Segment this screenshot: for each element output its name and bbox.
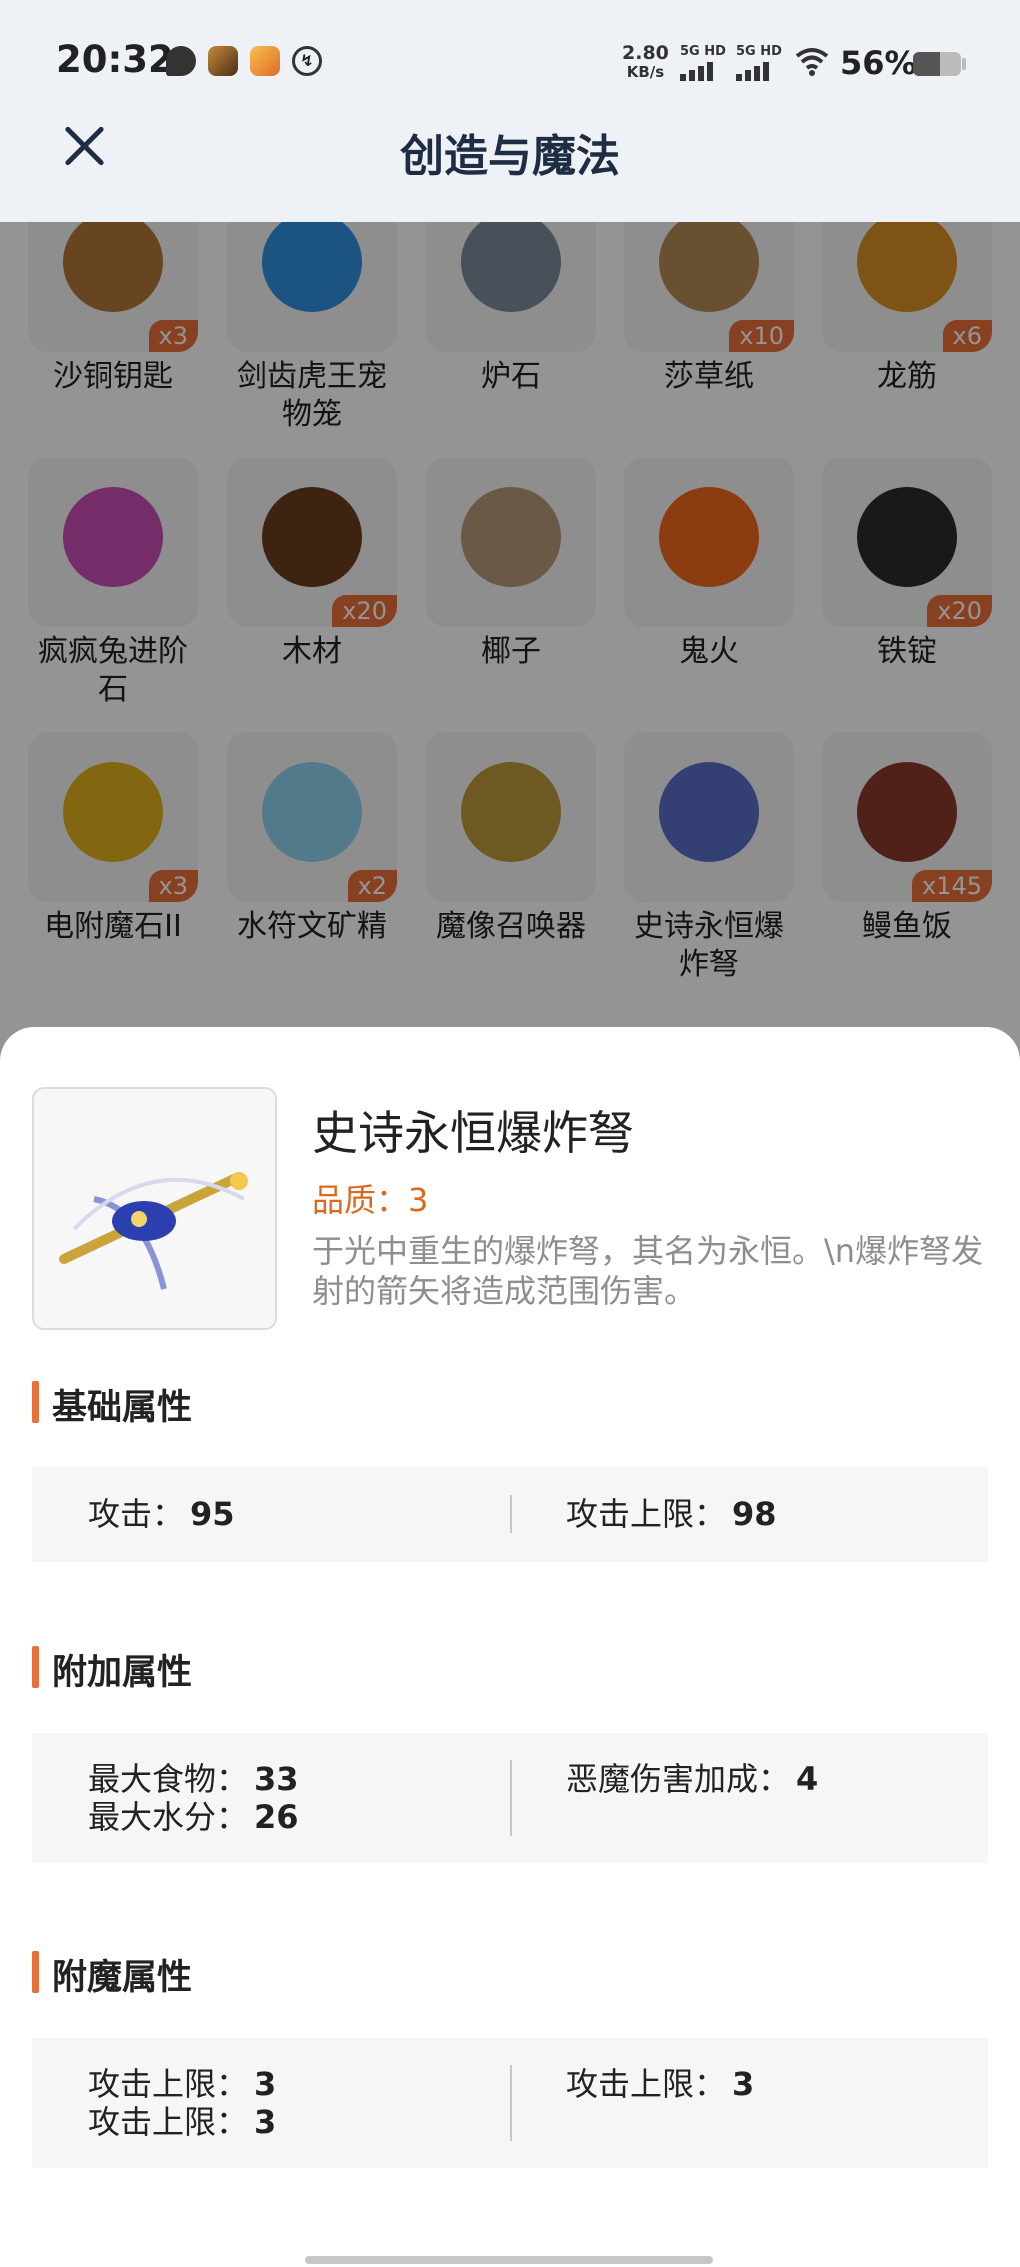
attr-label: 最大食物： bbox=[88, 1760, 249, 1798]
attr-value: 3 bbox=[254, 2103, 277, 2141]
signal-sim1: 5G HD bbox=[680, 44, 726, 81]
attr-value: 98 bbox=[732, 1495, 777, 1533]
attr-row: 攻击上限： 3 bbox=[566, 2065, 988, 2103]
attr-label: 最大水分： bbox=[88, 1798, 249, 1836]
section-title-extra: 附加属性 bbox=[32, 1644, 192, 1695]
battery-cap bbox=[962, 58, 966, 70]
attr-value: 95 bbox=[190, 1495, 235, 1533]
net-speed-value: 2.80 bbox=[622, 42, 669, 64]
sim2-label: 5G HD bbox=[736, 44, 782, 59]
attr-label: 攻击上限： bbox=[88, 2065, 249, 2103]
attr-label: 恶魔伤害加成： bbox=[566, 1760, 791, 1798]
attr-value: 3 bbox=[732, 2065, 755, 2103]
wifi-icon bbox=[795, 48, 829, 76]
attr-label: 攻击： bbox=[88, 1495, 185, 1533]
attr-divider bbox=[510, 1495, 512, 1533]
sim1-label: 5G HD bbox=[680, 44, 726, 59]
attr-box-extra: 最大食物： 33 最大水分： 26 恶魔伤害加成： 4 bbox=[32, 1733, 988, 1863]
signal-bars-icon bbox=[680, 61, 726, 81]
item-name: 史诗永恒爆炸弩 bbox=[312, 1106, 634, 1160]
attr-col-left: 最大食物： 33 最大水分： 26 bbox=[32, 1760, 510, 1836]
attr-row: 攻击上限： 3 bbox=[88, 2103, 510, 2141]
attr-row: 攻击上限： 98 bbox=[566, 1495, 988, 1533]
game-app-icon bbox=[208, 46, 238, 76]
crossbow-icon bbox=[59, 1172, 248, 1290]
section-title-basic: 基础属性 bbox=[32, 1379, 192, 1430]
chat-icon bbox=[166, 46, 196, 76]
sync-icon: ↯ bbox=[292, 46, 322, 76]
battery-fill bbox=[913, 52, 940, 76]
attr-value: 4 bbox=[796, 1760, 819, 1798]
attr-label: 攻击上限： bbox=[88, 2103, 249, 2141]
net-speed-unit: KB/s bbox=[626, 63, 665, 81]
top-bar: 20:32 ↯ 2.80 KB/s 5G HD 5G HD 56% 创造与魔法 bbox=[0, 0, 1020, 222]
attr-row: 恶魔伤害加成： 4 bbox=[566, 1760, 988, 1798]
attr-col-left: 攻击： 95 bbox=[32, 1495, 510, 1533]
attr-row: 攻击： 95 bbox=[88, 1495, 510, 1533]
attr-divider bbox=[510, 2065, 512, 2141]
attr-value: 26 bbox=[254, 1798, 299, 1836]
item-description: 于光中重生的爆炸弩，其名为永恒。\n爆炸弩发射的箭矢将造成范围伤害。 bbox=[312, 1232, 984, 1310]
page-title: 创造与魔法 bbox=[400, 131, 620, 182]
net-speed: 2.80 KB/s bbox=[622, 44, 669, 82]
section-title-enchant: 附魔属性 bbox=[32, 1949, 192, 2000]
signal-sim2: 5G HD bbox=[736, 44, 782, 81]
item-image bbox=[32, 1087, 277, 1330]
attr-col-right: 恶魔伤害加成： 4 bbox=[510, 1760, 988, 1798]
attr-row: 最大水分： 26 bbox=[88, 1798, 510, 1836]
attr-label: 攻击上限： bbox=[566, 1495, 727, 1533]
attr-divider bbox=[510, 1760, 512, 1836]
attr-col-left: 攻击上限： 3 攻击上限： 3 bbox=[32, 2065, 510, 2141]
battery-percent: 56% bbox=[840, 44, 917, 82]
attr-box-basic: 攻击： 95 攻击上限： 98 bbox=[32, 1467, 988, 1562]
attr-col-right: 攻击上限： 98 bbox=[510, 1495, 988, 1533]
item-quality: 品质：3 bbox=[312, 1181, 429, 1219]
attr-label: 攻击上限： bbox=[566, 2065, 727, 2103]
item-detail-sheet: 史诗永恒爆炸弩 品质：3 于光中重生的爆炸弩，其名为永恒。\n爆炸弩发射的箭矢将… bbox=[0, 1027, 1020, 2267]
home-indicator[interactable] bbox=[305, 2256, 713, 2264]
status-bar: 20:32 ↯ 2.80 KB/s 5G HD 5G HD 56% bbox=[0, 0, 1020, 125]
battery-icon bbox=[913, 52, 961, 76]
attr-row: 攻击上限： 3 bbox=[88, 2065, 510, 2103]
signal-bars-icon bbox=[736, 61, 782, 81]
app-icon bbox=[250, 46, 280, 76]
status-time: 20:32 bbox=[56, 38, 174, 81]
attr-col-right: 攻击上限： 3 bbox=[510, 2065, 988, 2103]
attr-box-enchant: 攻击上限： 3 攻击上限： 3 攻击上限： 3 bbox=[32, 2038, 988, 2168]
attr-row: 最大食物： 33 bbox=[88, 1760, 510, 1798]
attr-value: 3 bbox=[254, 2065, 277, 2103]
attr-value: 33 bbox=[254, 1760, 299, 1798]
